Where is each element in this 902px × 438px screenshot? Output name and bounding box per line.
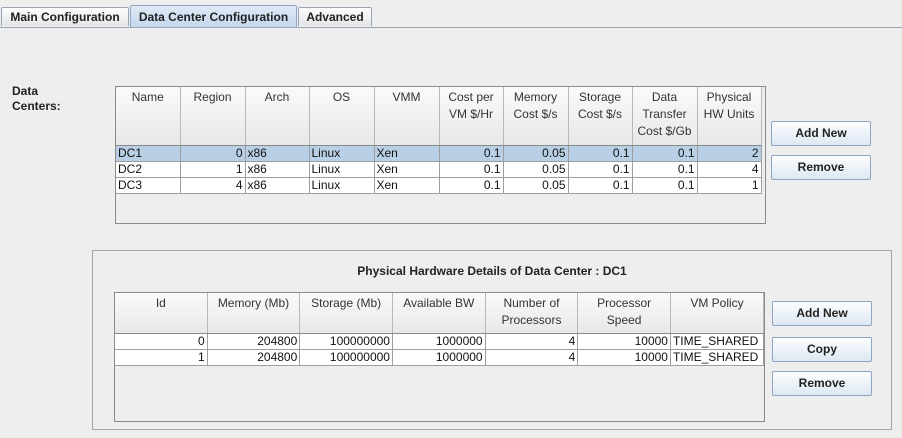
cell-memory-cost[interactable]: 0.05 xyxy=(503,177,569,194)
cell-memory[interactable]: 204800 xyxy=(207,349,301,366)
col-header-id[interactable]: Id xyxy=(115,293,208,334)
tab-bar: Main Configuration Data Center Configura… xyxy=(0,0,902,28)
cell-vmm[interactable]: Xen xyxy=(374,177,440,194)
cell-physical-hw-units[interactable]: 1 xyxy=(697,177,762,194)
col-header-processor-speed[interactable]: Processor Speed xyxy=(577,293,671,334)
cell-memory[interactable]: 204800 xyxy=(207,333,301,350)
cell-available-bw[interactable]: 1000000 xyxy=(392,349,486,366)
col-header-memory-cost[interactable]: Memory Cost $/s xyxy=(503,87,569,146)
data-centers-table[interactable]: Name Region Arch OS VMM Cost per VM $/Hr… xyxy=(115,86,766,224)
cell-storage-cost[interactable]: 0.1 xyxy=(568,145,633,162)
cell-id[interactable]: 1 xyxy=(115,349,208,366)
cell-arch[interactable]: x86 xyxy=(245,145,310,162)
cell-memory-cost[interactable]: 0.05 xyxy=(503,161,569,178)
col-header-number-of-processors[interactable]: Number of Processors xyxy=(485,293,579,334)
cell-processor-speed[interactable]: 10000 xyxy=(577,333,671,350)
tab-data-center-configuration[interactable]: Data Center Configuration xyxy=(130,5,297,28)
cell-vm-policy[interactable]: TIME_SHARED xyxy=(670,349,765,366)
cell-cost-per-vm[interactable]: 0.1 xyxy=(439,161,504,178)
remove-data-center-button[interactable]: Remove xyxy=(771,155,871,180)
cell-data-transfer-cost[interactable]: 0.1 xyxy=(632,161,698,178)
col-header-region[interactable]: Region xyxy=(180,87,246,146)
col-header-available-bw[interactable]: Available BW xyxy=(392,293,486,334)
add-hardware-button[interactable]: Add New xyxy=(772,301,872,326)
cell-available-bw[interactable]: 1000000 xyxy=(392,333,486,350)
data-centers-label: Data Centers: xyxy=(12,84,61,114)
tab-advanced[interactable]: Advanced xyxy=(298,7,372,26)
cell-data-transfer-cost[interactable]: 0.1 xyxy=(632,145,698,162)
cell-storage[interactable]: 100000000 xyxy=(299,349,393,366)
cell-vmm[interactable]: Xen xyxy=(374,161,440,178)
cell-name[interactable]: DC1 xyxy=(116,145,181,162)
table-row[interactable]: 0 204800 100000000 1000000 4 10000 TIME_… xyxy=(115,333,765,350)
cell-physical-hw-units[interactable]: 2 xyxy=(697,145,762,162)
cell-vmm[interactable]: Xen xyxy=(374,145,440,162)
cell-region[interactable]: 4 xyxy=(180,177,246,194)
cell-arch[interactable]: x86 xyxy=(245,177,310,194)
col-header-name[interactable]: Name xyxy=(116,87,181,146)
cell-name[interactable]: DC3 xyxy=(116,177,181,194)
physical-hardware-panel: Physical Hardware Details of Data Center… xyxy=(92,250,892,430)
cell-arch[interactable]: x86 xyxy=(245,161,310,178)
col-header-physical-hw-units[interactable]: Physical HW Units xyxy=(697,87,762,146)
cell-storage[interactable]: 100000000 xyxy=(299,333,393,350)
col-header-storage-cost[interactable]: Storage Cost $/s xyxy=(568,87,633,146)
physical-hardware-table[interactable]: Id Memory (Mb) Storage (Mb) Available BW… xyxy=(114,292,765,422)
col-header-os[interactable]: OS xyxy=(309,87,375,146)
col-header-vm-policy[interactable]: VM Policy xyxy=(670,293,765,334)
hw-header-row: Id Memory (Mb) Storage (Mb) Available BW… xyxy=(115,293,765,334)
col-header-memory[interactable]: Memory (Mb) xyxy=(207,293,301,334)
data-centers-header-row: Name Region Arch OS VMM Cost per VM $/Hr… xyxy=(116,87,762,146)
cell-storage-cost[interactable]: 0.1 xyxy=(568,177,633,194)
remove-hardware-button[interactable]: Remove xyxy=(772,371,872,396)
data-centers-label-line2: Centers: xyxy=(12,99,61,113)
physical-hardware-title: Physical Hardware Details of Data Center… xyxy=(357,264,627,278)
cell-region[interactable]: 1 xyxy=(180,161,246,178)
add-data-center-button[interactable]: Add New xyxy=(771,121,871,146)
cell-os[interactable]: Linux xyxy=(309,177,375,194)
cell-cost-per-vm[interactable]: 0.1 xyxy=(439,177,504,194)
cell-processor-speed[interactable]: 10000 xyxy=(577,349,671,366)
cell-physical-hw-units[interactable]: 4 xyxy=(697,161,762,178)
cell-number-of-processors[interactable]: 4 xyxy=(485,333,579,350)
table-row[interactable]: DC1 0 x86 Linux Xen 0.1 0.05 0.1 0.1 2 xyxy=(116,145,762,162)
col-header-vmm[interactable]: VMM xyxy=(374,87,440,146)
copy-hardware-button[interactable]: Copy xyxy=(772,337,872,362)
cell-id[interactable]: 0 xyxy=(115,333,208,350)
cell-memory-cost[interactable]: 0.05 xyxy=(503,145,569,162)
table-row[interactable]: DC2 1 x86 Linux Xen 0.1 0.05 0.1 0.1 4 xyxy=(116,161,762,178)
tab-main-configuration[interactable]: Main Configuration xyxy=(1,7,129,26)
col-header-data-transfer-cost[interactable]: Data Transfer Cost $/Gb xyxy=(632,87,698,146)
data-centers-grid: Name Region Arch OS VMM Cost per VM $/Hr… xyxy=(116,87,762,194)
cell-os[interactable]: Linux xyxy=(309,161,375,178)
cell-name[interactable]: DC2 xyxy=(116,161,181,178)
table-row[interactable]: 1 204800 100000000 1000000 4 10000 TIME_… xyxy=(115,349,765,366)
col-header-arch[interactable]: Arch xyxy=(245,87,310,146)
col-header-storage[interactable]: Storage (Mb) xyxy=(299,293,393,334)
table-row[interactable]: DC3 4 x86 Linux Xen 0.1 0.05 0.1 0.1 1 xyxy=(116,177,762,194)
cell-data-transfer-cost[interactable]: 0.1 xyxy=(632,177,698,194)
cell-os[interactable]: Linux xyxy=(309,145,375,162)
cell-storage-cost[interactable]: 0.1 xyxy=(568,161,633,178)
cell-vm-policy[interactable]: TIME_SHARED xyxy=(670,333,765,350)
data-centers-label-line1: Data xyxy=(12,84,39,98)
cell-region[interactable]: 0 xyxy=(180,145,246,162)
cell-number-of-processors[interactable]: 4 xyxy=(485,349,579,366)
tab-divider xyxy=(0,27,902,28)
cell-cost-per-vm[interactable]: 0.1 xyxy=(439,145,504,162)
physical-hardware-grid: Id Memory (Mb) Storage (Mb) Available BW… xyxy=(115,293,765,366)
col-header-cost-per-vm[interactable]: Cost per VM $/Hr xyxy=(439,87,504,146)
